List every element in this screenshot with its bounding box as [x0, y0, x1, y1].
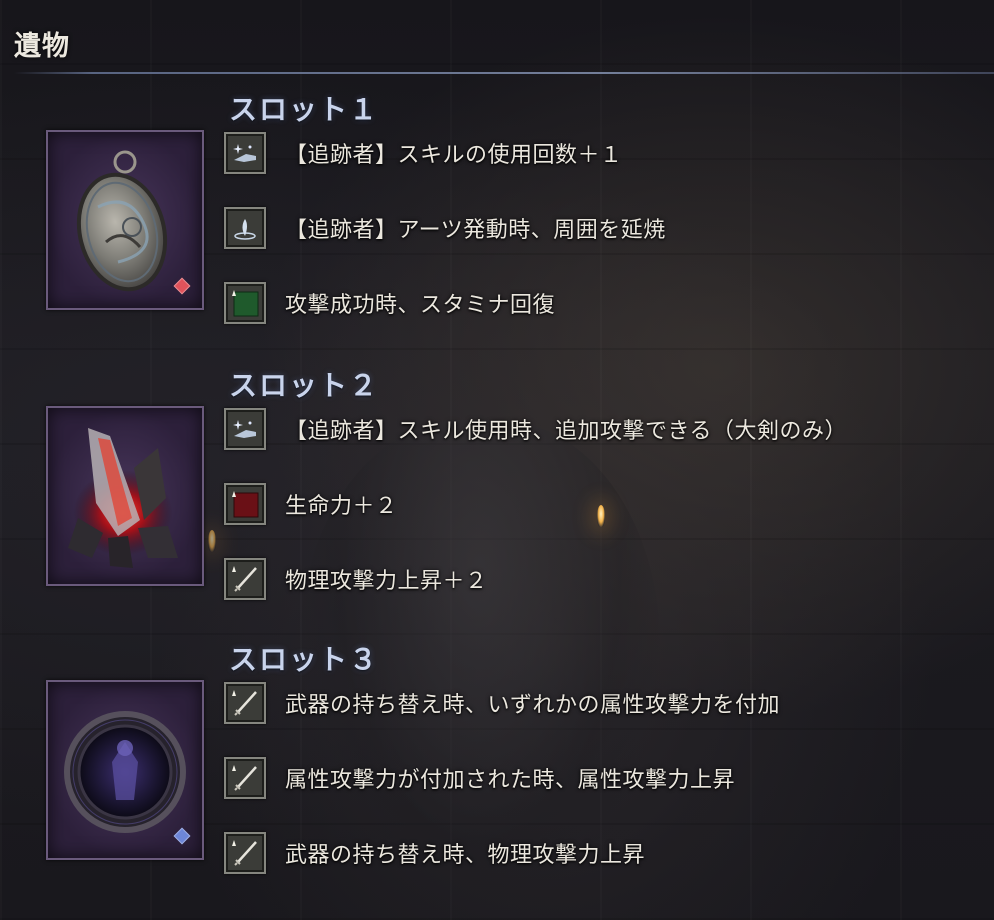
effect-text: 武器の持ち替え時、物理攻撃力上昇: [285, 843, 646, 868]
header: 遺物: [0, 0, 994, 78]
effect-text: 【追跡者】スキル使用時、追加攻撃できる（大剣のみ）: [285, 419, 848, 444]
effect-text: 属性攻撃力が付加された時、属性攻撃力上昇: [285, 768, 736, 793]
effect-text: 【追跡者】アーツ発動時、周囲を延焼: [285, 218, 666, 243]
relic-slot-3: スロット３ 武器の持ち替え時、いずれかの属性攻撃力を付加 属性攻撃力が付加された…: [0, 638, 994, 878]
sword-up-icon: [224, 558, 266, 600]
skill-burst-icon: [224, 207, 266, 249]
relic-slot-2: スロット２ 【追跡者】スキル使用時、追加攻撃できる（大剣のみ） 生命力＋２ 物理…: [0, 364, 994, 604]
effect-text: 生命力＋２: [285, 494, 398, 519]
vitality-up-icon: [224, 483, 266, 525]
effect-text: 武器の持ち替え時、いずれかの属性攻撃力を付加: [285, 693, 781, 718]
stamina-up-icon: [224, 282, 266, 324]
relic-slot-3-frame[interactable]: [46, 680, 204, 860]
relic-slot-1-frame[interactable]: [46, 130, 204, 310]
header-divider: [14, 72, 994, 74]
effect-text: 【追跡者】スキルの使用回数＋１: [285, 143, 623, 168]
hand-sparkle-icon: [224, 132, 266, 174]
relic-slot-2-frame[interactable]: [46, 406, 204, 586]
sword-up-icon: [224, 757, 266, 799]
slot-title: スロット３: [229, 643, 380, 676]
slot-title: スロット２: [229, 369, 380, 402]
relic-slot-1: スロット１ 【追跡者】スキルの使用回数＋１ 【追跡者】アーツ発動時、周囲を延焼 …: [0, 88, 994, 328]
page-title: 遺物: [14, 31, 70, 62]
red-crystal-icon: [68, 428, 178, 568]
effect-text: 攻撃成功時、スタミナ回復: [285, 293, 556, 318]
sword-up-icon: [224, 832, 266, 874]
sword-up-icon: [224, 682, 266, 724]
effect-text: 物理攻撃力上昇＋２: [285, 569, 488, 594]
hand-sparkle-icon: [224, 408, 266, 450]
slot-title: スロット１: [229, 93, 380, 126]
